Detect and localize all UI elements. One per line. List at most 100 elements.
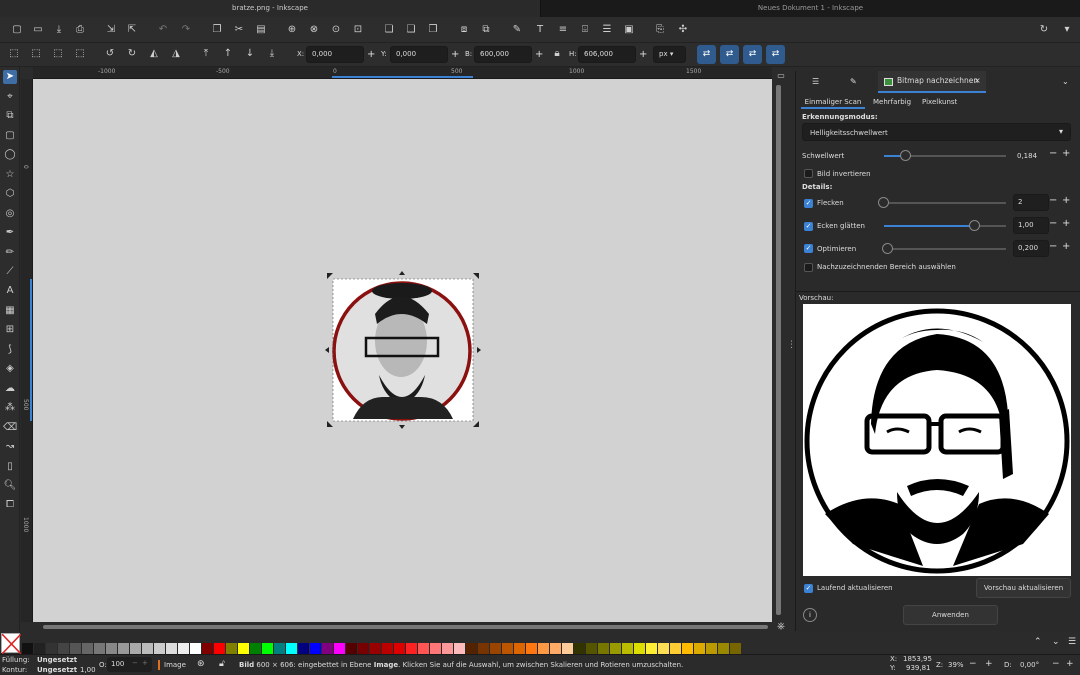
shape-builder-tool-icon[interactable]: ⧉ <box>3 109 17 123</box>
toolbar-menu-icon[interactable]: ▾ <box>1060 23 1074 37</box>
select-same-icon[interactable]: ⬚ <box>51 47 65 61</box>
import-icon[interactable]: ⇲ <box>104 23 118 37</box>
palette-swatch[interactable] <box>118 643 129 654</box>
connector-tool-icon[interactable]: ↝ <box>3 440 17 454</box>
zoom-value[interactable]: 39% <box>948 661 964 669</box>
cut-icon[interactable]: ✂ <box>232 23 246 37</box>
palette-swatch[interactable] <box>514 643 525 654</box>
zoom-width-icon[interactable]: ⊡ <box>351 23 365 37</box>
palette-swatch[interactable] <box>262 643 273 654</box>
optimize-spin[interactable]: 0,200 <box>1013 240 1049 257</box>
rotation-increment-icon[interactable]: + <box>1066 659 1074 669</box>
y-field[interactable]: 0,000 <box>390 46 448 63</box>
optimize-increment-icon[interactable]: + <box>1062 241 1070 252</box>
select-all-icon[interactable]: ⬚ <box>7 47 21 61</box>
deselect-icon[interactable]: ⬚ <box>73 47 87 61</box>
palette-swatch[interactable] <box>346 643 357 654</box>
open-icon[interactable]: ▭ <box>31 23 45 37</box>
optimize-slider[interactable] <box>884 248 1006 250</box>
unit-select[interactable]: px ▾ <box>653 46 686 63</box>
move-gradients-toggle[interactable]: ⇄ <box>743 45 762 64</box>
text-font-icon[interactable]: T <box>533 23 547 37</box>
palette-swatch[interactable] <box>706 643 717 654</box>
scale-stroke-toggle[interactable]: ⇄ <box>697 45 716 64</box>
palette-swatch[interactable] <box>538 643 549 654</box>
palette-menu-icon[interactable]: ☰ <box>1068 637 1076 647</box>
subtab-pixel-art[interactable]: Pixelkunst <box>922 95 957 109</box>
layer-lock-icon[interactable]: 🔓︎ <box>219 659 225 669</box>
palette-swatch[interactable] <box>190 643 201 654</box>
redo-icon[interactable]: ↷ <box>179 23 193 37</box>
palette-scroll-down-icon[interactable]: ⌄ <box>1052 637 1060 647</box>
palette-swatch[interactable] <box>610 643 621 654</box>
symbols-icon[interactable]: ▣ <box>622 23 636 37</box>
speckles-increment-icon[interactable]: + <box>1062 195 1070 206</box>
flip-horizontal-icon[interactable]: ◭ <box>147 47 161 61</box>
palette-swatch[interactable] <box>490 643 501 654</box>
ungroup-icon[interactable]: ⧉ <box>479 23 493 37</box>
spray-tool-icon[interactable]: ⁂ <box>3 401 17 415</box>
pen-tool-icon[interactable]: ✒ <box>3 226 17 240</box>
palette-swatch[interactable] <box>58 643 69 654</box>
update-preview-button[interactable]: Vorschau aktualisieren <box>976 578 1071 598</box>
scale-corners-toggle[interactable]: ⇄ <box>720 45 739 64</box>
rotation-decrement-icon[interactable]: − <box>1052 659 1060 669</box>
smooth-decrement-icon[interactable]: − <box>1049 218 1057 229</box>
layers-tab-icon[interactable]: ☰ <box>812 71 819 93</box>
palette-swatch[interactable] <box>430 643 441 654</box>
text-tool-icon[interactable]: A <box>3 284 17 298</box>
zoom-tool-icon[interactable]: 🔍︎ <box>3 479 17 493</box>
palette-swatch[interactable] <box>394 643 405 654</box>
selector-tool-icon[interactable]: ➤ <box>3 70 17 84</box>
smooth-corners-spin[interactable]: 1,00 <box>1013 217 1049 234</box>
zoom-page-icon[interactable]: ⊙ <box>329 23 343 37</box>
palette-swatch[interactable] <box>250 643 261 654</box>
export-icon[interactable]: ⇱ <box>125 23 139 37</box>
fill-stroke-icon[interactable]: ✎ <box>510 23 524 37</box>
calligraphy-tool-icon[interactable]: ⟋ <box>3 265 17 279</box>
command-palette-icon[interactable]: ↻ <box>1037 23 1051 37</box>
no-paint-swatch[interactable] <box>1 633 22 655</box>
palette-swatch[interactable] <box>142 643 153 654</box>
subtab-single-scan[interactable]: Einmaliger Scan <box>801 95 865 109</box>
palette-swatch[interactable] <box>550 643 561 654</box>
zoom-drawing-icon[interactable]: ⊗ <box>307 23 321 37</box>
smooth-increment-icon[interactable]: + <box>1062 218 1070 229</box>
spiral-tool-icon[interactable]: ◎ <box>3 207 17 221</box>
zoom-selection-icon[interactable]: ⊕ <box>285 23 299 37</box>
palette-swatch[interactable] <box>106 643 117 654</box>
align-icon[interactable]: ≡ <box>556 23 570 37</box>
zoom-increment-icon[interactable]: + <box>985 659 993 669</box>
y-increment-icon[interactable]: + <box>451 46 459 63</box>
palette-swatch[interactable] <box>70 643 81 654</box>
lock-ratio-icon[interactable]: 🔒︎ <box>550 47 564 61</box>
palette-swatch[interactable] <box>82 643 93 654</box>
palette-swatch[interactable] <box>574 643 585 654</box>
raise-icon[interactable]: ↑ <box>221 47 235 61</box>
palette-swatch[interactable] <box>622 643 633 654</box>
print-icon[interactable]: ⎙ <box>73 23 87 37</box>
stroke-value[interactable]: Ungesetzt <box>37 666 77 674</box>
select-all-layers-icon[interactable]: ⬚ <box>29 47 43 61</box>
save-icon[interactable]: ⤓ <box>52 23 66 37</box>
speckles-slider[interactable] <box>884 202 1006 204</box>
palette-swatch[interactable] <box>646 643 657 654</box>
threshold-increment-icon[interactable]: + <box>1062 148 1070 159</box>
height-increment-icon[interactable]: + <box>639 46 647 63</box>
palette-swatch[interactable] <box>286 643 297 654</box>
palette-swatch[interactable] <box>694 643 705 654</box>
tab-trace-bitmap[interactable]: Bitmap nachzeichnen × <box>878 71 986 93</box>
lower-bottom-icon[interactable]: ⤓ <box>265 47 279 61</box>
palette-swatch[interactable] <box>334 643 345 654</box>
threshold-decrement-icon[interactable]: − <box>1049 148 1057 159</box>
palette-swatch[interactable] <box>46 643 57 654</box>
x-field[interactable]: 0,000 <box>306 46 364 63</box>
palette-swatch[interactable] <box>718 643 729 654</box>
flip-vertical-icon[interactable]: ◮ <box>169 47 183 61</box>
smooth-corners-checkbox[interactable]: ✓ <box>804 222 813 231</box>
close-icon[interactable]: × <box>974 76 981 85</box>
palette-swatch[interactable] <box>310 643 321 654</box>
raise-top-icon[interactable]: ⤒ <box>199 47 213 61</box>
palette-swatch[interactable] <box>658 643 669 654</box>
palette-swatch[interactable] <box>586 643 597 654</box>
